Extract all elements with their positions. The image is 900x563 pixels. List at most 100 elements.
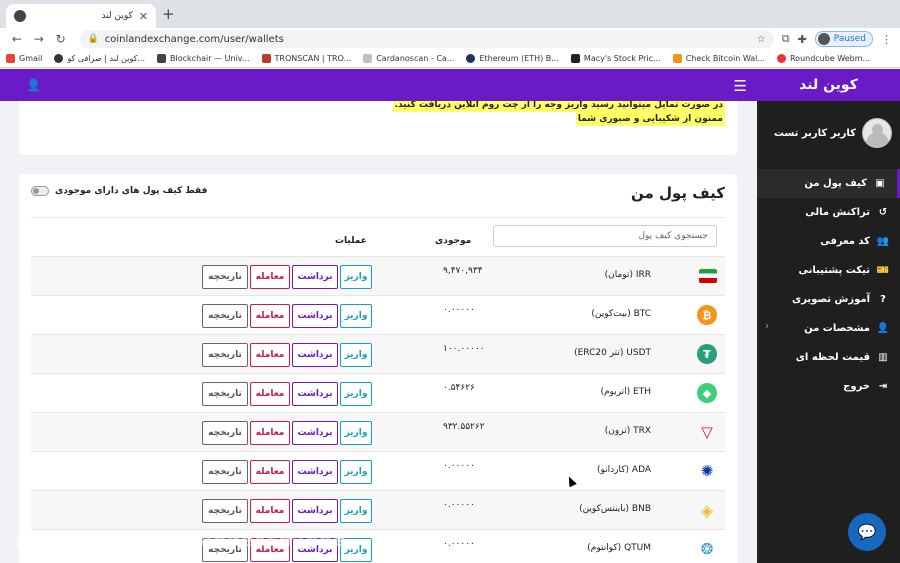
new-tab-plus-icon[interactable]: +: [162, 5, 175, 23]
hamburger-menu-icon[interactable]: ☰: [734, 77, 747, 95]
iran-flag-icon: [699, 269, 717, 283]
deposit-button[interactable]: واریز: [340, 304, 372, 328]
row-actions: تاریخچه معامله برداشت واریز: [202, 304, 374, 328]
table-row: ₮ USDT (تتر ERC20) ۱۰۰.۰۰۰۰۰ تاریخچه معا…: [31, 334, 725, 373]
withdraw-button[interactable]: برداشت: [292, 343, 338, 367]
deposit-button[interactable]: واریز: [340, 421, 372, 445]
star-icon[interactable]: ☆: [757, 34, 766, 45]
table-row: ◆ ETH (اتریوم) ۰.۵۴۶۲۶ تاریخچه معامله بر…: [31, 373, 725, 412]
extension-icon[interactable]: ⧉: [782, 32, 790, 46]
row-actions: تاریخچه معامله برداشت واریز: [202, 265, 374, 289]
reload-icon[interactable]: ↻: [52, 32, 70, 46]
withdraw-button[interactable]: برداشت: [292, 304, 338, 328]
deposit-button[interactable]: واریز: [340, 343, 372, 367]
history-button[interactable]: تاریخچه: [202, 382, 248, 406]
deposit-button[interactable]: واریز: [340, 499, 372, 523]
filter-toggle[interactable]: [31, 186, 49, 196]
address-bar[interactable]: 🔒 coinlandexchange.com/user/wallets ☆: [79, 30, 774, 48]
trade-button[interactable]: معامله: [250, 382, 290, 406]
deposit-button[interactable]: واریز: [340, 460, 372, 484]
site-favicon-icon: [14, 10, 26, 22]
withdraw-button[interactable]: برداشت: [292, 421, 338, 445]
notice-line: ممنون از شکیبایی و صبوری شما: [575, 112, 725, 126]
forward-arrow-icon[interactable]: →: [30, 32, 48, 46]
history-button[interactable]: تاریخچه: [202, 304, 248, 328]
deposit-button[interactable]: واریز: [340, 265, 372, 289]
filter-label: فقط کیف پول های دارای موجودی: [55, 186, 208, 196]
row-actions: تاریخچه معامله برداشت واریز: [202, 421, 374, 445]
tether-icon: ₮: [697, 344, 717, 364]
trade-button[interactable]: معامله: [250, 265, 290, 289]
coin-balance: ۹,۴۷۰,۹۳۴: [443, 266, 483, 276]
trade-button[interactable]: معامله: [250, 304, 290, 328]
puzzle-icon[interactable]: ✚: [798, 33, 807, 46]
table-row: ✺ ADA (کاردانو) ۰.۰۰۰۰۰ تاریخچه معامله ب…: [31, 451, 725, 490]
sidebar-item-transactions[interactable]: ↺ تراکنش مالی: [757, 198, 900, 227]
trade-button[interactable]: معامله: [250, 499, 290, 523]
withdraw-button[interactable]: برداشت: [292, 460, 338, 484]
bookmark-item[interactable]: Roundcube Webm...: [776, 54, 870, 63]
tab-title: کوین لند: [101, 11, 133, 21]
history-button[interactable]: تاریخچه: [202, 460, 248, 484]
history-button[interactable]: تاریخچه: [202, 421, 248, 445]
withdraw-button[interactable]: برداشت: [292, 499, 338, 523]
coin-name: IRR (تومان): [604, 270, 651, 280]
page-title: کیف پول من: [631, 184, 725, 202]
coin-name: USDT (تتر ERC20): [574, 348, 651, 358]
bookmark-item[interactable]: Cardanoscan - Ca...: [363, 54, 454, 63]
gmail-icon: [6, 54, 15, 63]
trade-button[interactable]: معامله: [250, 421, 290, 445]
chat-icon[interactable]: 💬: [848, 513, 886, 551]
more-vert-icon[interactable]: ⋮: [881, 33, 892, 46]
sidebar-item-ticket[interactable]: 🎫 تیکت پشتیبانی: [757, 256, 900, 285]
profile-button[interactable]: Paused: [814, 31, 873, 47]
bookmark-item[interactable]: TRONSCAN | TRO...: [261, 54, 351, 63]
history-button[interactable]: تاریخچه: [202, 343, 248, 367]
url-text: coinlandexchange.com/user/wallets: [104, 33, 284, 45]
sidebar-item-prices[interactable]: ▥ قیمت لحظه ای: [757, 343, 900, 372]
withdraw-button[interactable]: برداشت: [292, 382, 338, 406]
bookmark-item[interactable]: Gmail: [6, 54, 42, 63]
site-icon: [261, 54, 271, 63]
wallet-icon: ▣: [875, 178, 885, 189]
trade-button[interactable]: معامله: [250, 460, 290, 484]
bookmark-item[interactable]: Check Bitcoin Wal...: [672, 54, 765, 63]
tron-icon: ▽: [701, 423, 713, 441]
sidebar-item-referral[interactable]: 👥 کد معرفی: [757, 227, 900, 256]
bookmark-item[interactable]: Blockchair — Univ...: [157, 54, 250, 63]
trade-button[interactable]: معامله: [250, 343, 290, 367]
sidebar-item-wallet[interactable]: ▣ کیف پول من: [757, 169, 900, 198]
user-name: کاربر کاربر تست: [773, 127, 856, 139]
withdraw-button[interactable]: برداشت: [292, 265, 338, 289]
table-row: IRR (تومان) ۹,۴۷۰,۹۳۴ تاریخچه معامله برد…: [31, 256, 725, 295]
back-arrow-icon[interactable]: ←: [8, 32, 26, 46]
browser-tab[interactable]: کوین لند ✕: [6, 4, 156, 28]
sidebar-item-tutorials[interactable]: ? آموزش تصویری: [757, 285, 900, 314]
wallet-search-input[interactable]: [493, 225, 717, 247]
coin-balance: ۱۰۰.۰۰۰۰۰: [443, 344, 485, 354]
browser-toolbar: ← → ↻ 🔒 coinlandexchange.com/user/wallet…: [0, 28, 900, 50]
coin-balance: ۰.۰۰۰۰۰: [443, 539, 475, 549]
notice-card: در صورت تمایل میتوانید رسید واریز وجه را…: [19, 101, 737, 155]
history-button[interactable]: تاریخچه: [202, 499, 248, 523]
history-button[interactable]: تاریخچه: [202, 265, 248, 289]
close-icon[interactable]: ✕: [139, 10, 148, 23]
balance-filter: فقط کیف پول های دارای موجودی: [31, 186, 207, 196]
deposit-button[interactable]: واریز: [340, 382, 372, 406]
coin-balance: ۰.۰۰۰۰۰: [443, 461, 475, 471]
coin-balance: ۰.۰۰۰۰۰: [443, 500, 475, 510]
sidebar-item-logout[interactable]: ⇥ خروج: [757, 372, 900, 401]
column-header-balance: موجودی: [435, 236, 472, 246]
row-actions: تاریخچه معامله برداشت واریز: [202, 499, 374, 523]
question-icon: ?: [880, 294, 886, 305]
bookmark-item[interactable]: کوین لند | صرافی کو...: [54, 54, 145, 63]
sidebar-item-profile[interactable]: 👤 مشخصات من: [757, 314, 900, 343]
bookmark-item[interactable]: Macy's Stock Pric...: [570, 54, 661, 63]
user-icon[interactable]: 👤: [26, 78, 41, 92]
row-actions: تاریخچه معامله برداشت واریز: [202, 343, 374, 367]
brand-logo[interactable]: کوین لند: [757, 69, 900, 101]
site-icon: [157, 54, 167, 63]
site-icon: [570, 54, 580, 63]
bookmark-item[interactable]: Ethereum (ETH) B...: [466, 54, 559, 63]
chevron-left-icon[interactable]: ‹: [765, 321, 769, 332]
